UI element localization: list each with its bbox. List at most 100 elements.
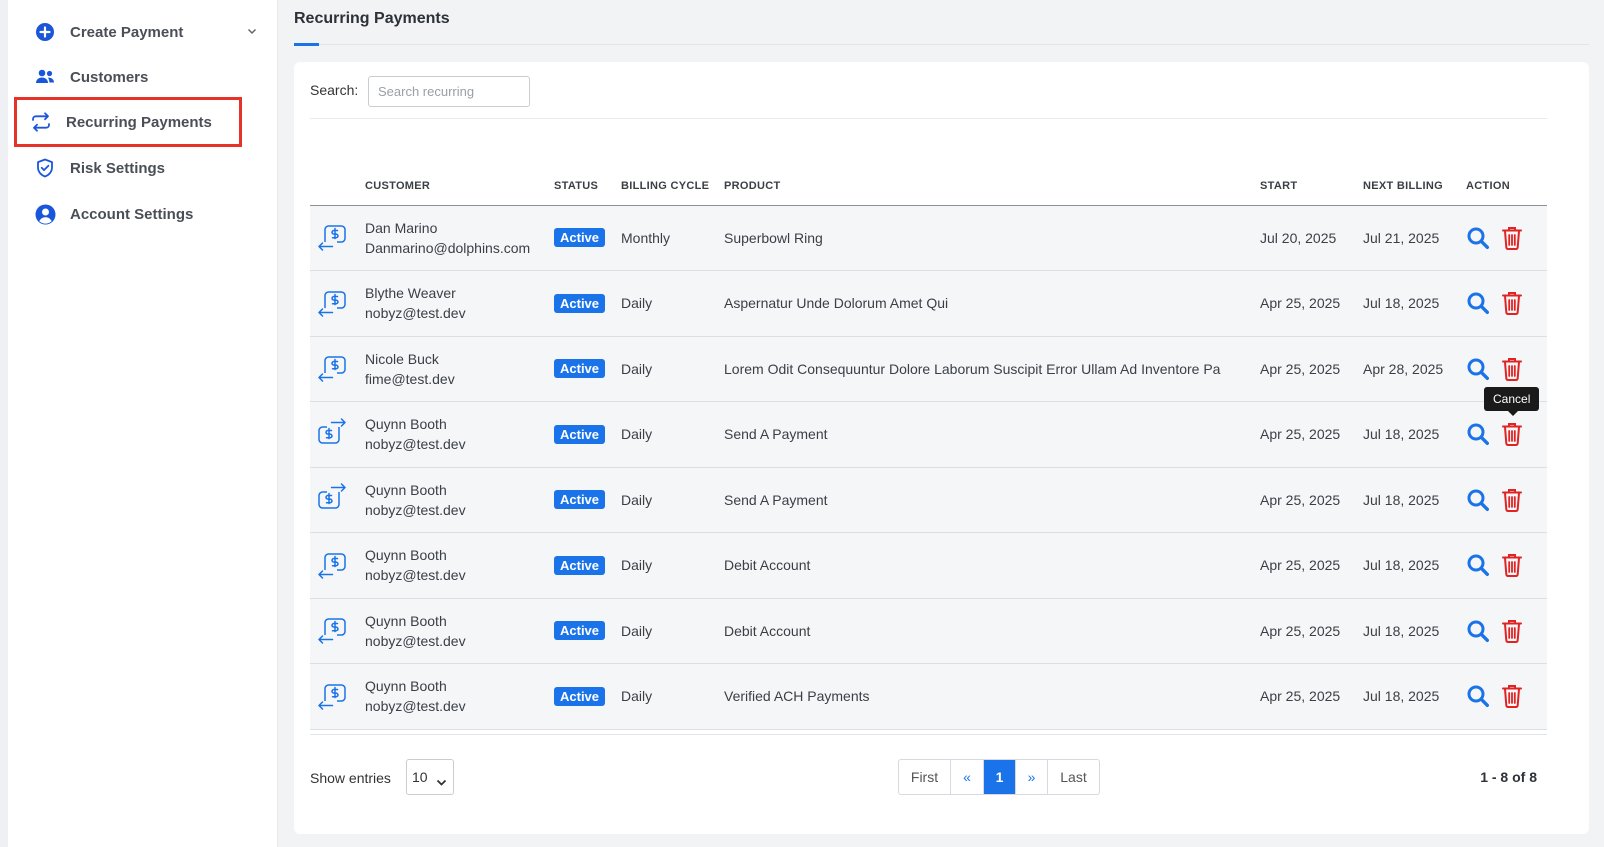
table-row[interactable]: Quynn Booth nobyz@test.dev Active Daily Send… xyxy=(310,401,1547,468)
table-row[interactable]: Quynn Booth nobyz@test.dev Active Daily Veri… xyxy=(310,663,1547,730)
sidebar-item-account-settings[interactable]: Account Settings xyxy=(18,192,258,236)
sidebar-item-customers[interactable]: Customers xyxy=(18,55,258,99)
column-header-product[interactable]: PRODUCT xyxy=(724,167,1260,206)
table-row[interactable]: Quynn Booth nobyz@test.dev Active Daily Send… xyxy=(310,467,1547,533)
start-date: Apr 25, 2025 xyxy=(1260,467,1363,533)
trash-icon[interactable] xyxy=(1502,422,1522,447)
column-header-customer[interactable]: CUSTOMER xyxy=(365,167,554,206)
recurring-receive-icon xyxy=(317,291,347,320)
search-icon[interactable] xyxy=(1466,488,1490,512)
column-header-billing-cycle[interactable]: BILLING CYCLE xyxy=(621,167,724,206)
table-row[interactable]: Nicole Buck fime@test.dev Active Daily Lorem… xyxy=(310,336,1547,402)
table-row[interactable]: Blythe Weaver nobyz@test.dev Active Daily As… xyxy=(310,270,1547,337)
recurring-send-icon xyxy=(317,418,347,451)
trash-icon[interactable] xyxy=(1502,553,1522,578)
trash-icon[interactable] xyxy=(1502,684,1522,709)
billing-cycle: Monthly xyxy=(621,205,724,271)
next-billing-date: Jul 18, 2025 xyxy=(1363,401,1466,468)
column-header-start[interactable]: START xyxy=(1260,167,1363,206)
table-row[interactable]: Dan Marino Danmarino@dolphins.com Active Mo… xyxy=(310,205,1547,271)
sidebar-item-label: Risk Settings xyxy=(70,159,166,177)
chevron-down-icon[interactable] xyxy=(246,24,258,41)
sidebar-item-label: Account Settings xyxy=(70,205,194,223)
pagination: First « 1 » Last xyxy=(898,759,1100,795)
next-billing-date: Jul 18, 2025 xyxy=(1363,467,1466,533)
pagination-page-1[interactable]: 1 xyxy=(984,760,1016,794)
product-name: Send A Payment xyxy=(724,467,1260,533)
column-header-next-billing[interactable]: NEXT BILLING xyxy=(1363,167,1466,206)
recurring-receive-icon xyxy=(317,225,347,254)
product-name: Aspernatur Unde Dolorum Amet Qui xyxy=(724,270,1260,337)
entries-select[interactable]: 10 xyxy=(406,759,454,795)
recurring-arrows-icon xyxy=(30,111,52,133)
status-badge: Active xyxy=(554,686,606,706)
cancel-tooltip: Cancel xyxy=(1484,387,1540,416)
next-billing-date: Jul 18, 2025 xyxy=(1363,663,1466,730)
sidebar-item-create-payment[interactable]: Create Payment xyxy=(18,10,258,54)
next-billing-date: Jul 18, 2025 xyxy=(1363,270,1466,337)
recurring-receive-icon xyxy=(317,553,347,582)
billing-cycle: Daily xyxy=(621,467,724,533)
next-billing-date: Apr 28, 2025 xyxy=(1363,336,1466,402)
start-date: Apr 25, 2025 xyxy=(1260,598,1363,664)
sidebar: Create Payment Customers Recurring Payme… xyxy=(8,0,278,847)
title-divider xyxy=(294,44,1589,45)
status-badge: Active xyxy=(554,621,606,641)
search-divider xyxy=(310,118,1547,119)
table-header-row: CUSTOMER STATUS BILLING CYCLE PRODUCT ST… xyxy=(310,167,1547,206)
billing-cycle: Daily xyxy=(621,336,724,402)
title-accent-underline xyxy=(294,43,319,46)
main-content: Recurring Payments Search: CUSTOMER STAT… xyxy=(278,0,1604,847)
search-icon[interactable] xyxy=(1466,357,1490,381)
status-badge: Active xyxy=(554,359,606,379)
search-icon[interactable] xyxy=(1466,226,1490,250)
customer-email: Danmarino@dolphins.com xyxy=(365,239,531,256)
billing-cycle: Daily xyxy=(621,532,724,599)
recurring-payments-table: CUSTOMER STATUS BILLING CYCLE PRODUCT ST… xyxy=(310,167,1547,730)
customer-name: Quynn Booth xyxy=(365,678,447,695)
user-circle-icon xyxy=(34,203,56,225)
start-date: Apr 25, 2025 xyxy=(1260,532,1363,599)
search-label: Search: xyxy=(310,82,359,98)
customer-email: nobyz@test.dev xyxy=(365,436,466,453)
status-badge: Active xyxy=(554,293,606,313)
column-header-status[interactable]: STATUS xyxy=(554,167,621,206)
search-input[interactable] xyxy=(368,76,530,107)
column-header-icon xyxy=(310,167,365,206)
table-row[interactable]: Quynn Booth nobyz@test.dev Active Daily Debi… xyxy=(310,532,1547,599)
search-icon[interactable] xyxy=(1466,422,1490,446)
search-icon[interactable] xyxy=(1466,291,1490,315)
trash-icon[interactable] xyxy=(1502,291,1522,316)
search-icon[interactable] xyxy=(1466,684,1490,708)
customer-name: Quynn Booth xyxy=(365,416,447,433)
pagination-next[interactable]: » xyxy=(1016,760,1048,794)
pagination-prev[interactable]: « xyxy=(951,760,984,794)
search-icon[interactable] xyxy=(1466,619,1490,643)
next-billing-date: Jul 18, 2025 xyxy=(1363,532,1466,599)
status-badge: Active xyxy=(554,228,606,248)
product-name: Debit Account xyxy=(724,532,1260,599)
sidebar-item-recurring-payments[interactable]: Recurring Payments xyxy=(14,97,242,147)
start-date: Jul 20, 2025 xyxy=(1260,205,1363,271)
trash-icon[interactable] xyxy=(1502,226,1522,250)
pagination-first[interactable]: First xyxy=(899,760,951,794)
billing-cycle: Daily xyxy=(621,270,724,337)
recurring-send-icon xyxy=(317,483,347,516)
product-name: Lorem Odit Consequuntur Dolore Laborum S… xyxy=(724,336,1260,402)
pagination-last[interactable]: Last xyxy=(1048,760,1099,794)
search-icon[interactable] xyxy=(1466,553,1490,577)
users-icon xyxy=(34,66,56,88)
trash-icon[interactable] xyxy=(1502,619,1522,643)
table-row[interactable]: Quynn Booth nobyz@test.dev Active Daily Debi… xyxy=(310,598,1547,664)
table-footer-divider xyxy=(310,734,1547,735)
status-badge: Active xyxy=(554,490,606,510)
trash-icon[interactable] xyxy=(1502,488,1522,512)
start-date: Apr 25, 2025 xyxy=(1260,663,1363,730)
sidebar-item-label: Create Payment xyxy=(70,23,184,41)
trash-icon[interactable] xyxy=(1502,357,1522,381)
customer-name: Quynn Booth xyxy=(365,612,447,629)
customer-email: nobyz@test.dev xyxy=(365,632,466,649)
billing-cycle: Daily xyxy=(621,598,724,664)
sidebar-item-risk-settings[interactable]: Risk Settings xyxy=(18,146,258,190)
page-title: Recurring Payments xyxy=(294,10,450,27)
